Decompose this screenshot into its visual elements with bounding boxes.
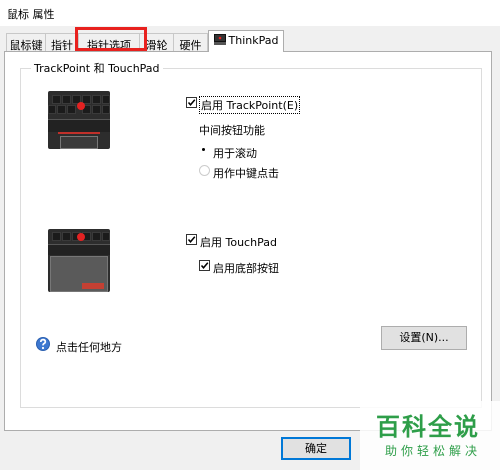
bottom-buttons-checkbox[interactable]: [199, 260, 210, 271]
bottom-buttons-label[interactable]: 启用底部按钮: [213, 260, 279, 276]
scroll-radio[interactable]: [199, 145, 210, 156]
middle-click-radio-label[interactable]: 用作中键点击: [213, 165, 279, 181]
window-title: 鼠标 属性: [7, 8, 55, 21]
scroll-radio-label[interactable]: 用于滚动: [213, 145, 257, 161]
title-bar: 鼠标 属性: [0, 0, 500, 26]
tab-pointers[interactable]: 指针: [45, 33, 79, 52]
highlight-box: [75, 27, 147, 51]
ok-button[interactable]: 确定: [281, 437, 351, 460]
middle-click-radio[interactable]: [199, 165, 210, 176]
watermark-brand: 百科全说: [376, 413, 480, 441]
settings-button[interactable]: 设置(N)...: [381, 326, 467, 350]
touchpad-enable-checkbox[interactable]: [186, 234, 197, 245]
thinkpad-icon: [213, 34, 226, 45]
middle-button-heading: 中间按钮功能: [199, 124, 265, 137]
trackpoint-enable-label[interactable]: 启用 TrackPoint(E): [199, 96, 301, 114]
trackpoint-keyboard-image: [48, 91, 110, 149]
tab-thinkpad[interactable]: ThinkPad: [208, 30, 284, 52]
tab-hardware[interactable]: 硬件: [173, 33, 208, 52]
touchpad-keyboard-image: [48, 229, 110, 292]
trackpoint-enable-checkbox[interactable]: [186, 97, 197, 108]
group-title: TrackPoint 和 TouchPad: [31, 60, 163, 76]
touchpad-enable-label[interactable]: 启用 TouchPad: [200, 234, 277, 250]
help-label[interactable]: 点击任何地方: [56, 339, 122, 355]
help-icon[interactable]: [35, 336, 51, 352]
watermark-slogan: 助你轻松解决: [385, 444, 482, 458]
tab-mouse-buttons[interactable]: 鼠标键: [6, 33, 46, 52]
